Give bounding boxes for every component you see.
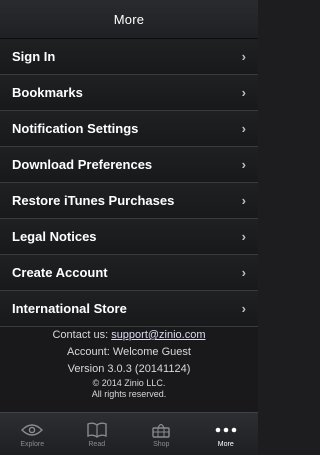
chevron-right-icon: › bbox=[241, 265, 246, 280]
menu-item-label: Notification Settings bbox=[12, 121, 139, 136]
contact-prefix: Contact us: bbox=[52, 329, 112, 341]
chevron-right-icon: › bbox=[241, 49, 246, 64]
basket-icon bbox=[151, 421, 171, 439]
version-info: Version 3.0.3 (20141124) bbox=[67, 363, 191, 375]
menu-item-bookmarks[interactable]: Bookmarks › bbox=[0, 75, 258, 111]
tab-more[interactable]: More bbox=[194, 421, 258, 448]
menu-item-notification-settings[interactable]: Notification Settings › bbox=[0, 111, 258, 147]
more-menu: Sign In › Bookmarks › Notification Setti… bbox=[0, 39, 258, 327]
more-screen: More Sign In › Bookmarks › Notification … bbox=[0, 0, 258, 455]
navigation-bar: More bbox=[0, 0, 258, 39]
chevron-right-icon: › bbox=[241, 301, 246, 316]
page-title: More bbox=[113, 11, 145, 27]
tab-label: Explore bbox=[20, 440, 45, 448]
menu-item-sign-in[interactable]: Sign In › bbox=[0, 39, 258, 75]
menu-item-legal-notices[interactable]: Legal Notices › bbox=[0, 219, 258, 255]
copyright-text: © 2014 Zinio LLC. bbox=[92, 378, 166, 388]
menu-item-label: Sign In bbox=[12, 49, 56, 64]
tab-label: Read bbox=[88, 440, 106, 448]
menu-item-label: Create Account bbox=[12, 265, 108, 280]
menu-item-label: International Store bbox=[12, 301, 127, 316]
menu-item-label: Legal Notices bbox=[12, 229, 97, 244]
menu-item-download-preferences[interactable]: Download Preferences › bbox=[0, 147, 258, 183]
tab-label: More bbox=[217, 440, 234, 448]
menu-item-label: Restore iTunes Purchases bbox=[12, 193, 175, 208]
chevron-right-icon: › bbox=[241, 85, 246, 100]
account-status: Account: Welcome Guest bbox=[67, 346, 191, 358]
more-dots-icon bbox=[215, 421, 237, 439]
tab-explore[interactable]: Explore bbox=[0, 421, 64, 448]
tab-read[interactable]: Read bbox=[65, 421, 129, 448]
menu-item-create-account[interactable]: Create Account › bbox=[0, 255, 258, 291]
contact-line: Contact us: support@zinio.com bbox=[0, 327, 258, 344]
app-info-footer: Contact us: support@zinio.com Account: W… bbox=[0, 327, 258, 400]
menu-item-label: Download Preferences bbox=[12, 157, 153, 172]
chevron-right-icon: › bbox=[241, 121, 246, 136]
support-email-link[interactable]: support@zinio.com bbox=[111, 329, 205, 341]
chevron-right-icon: › bbox=[241, 229, 246, 244]
tab-bar: Explore Read Shop More bbox=[0, 412, 258, 455]
menu-item-international-store[interactable]: International Store › bbox=[0, 291, 258, 327]
menu-item-label: Bookmarks bbox=[12, 85, 83, 100]
tab-label: Shop bbox=[153, 440, 170, 448]
tab-shop[interactable]: Shop bbox=[129, 421, 193, 448]
chevron-right-icon: › bbox=[241, 193, 246, 208]
rights-text: All rights reserved. bbox=[91, 389, 167, 399]
chevron-right-icon: › bbox=[241, 157, 246, 172]
book-icon bbox=[86, 421, 108, 439]
menu-item-restore-purchases[interactable]: Restore iTunes Purchases › bbox=[0, 183, 258, 219]
eye-icon bbox=[21, 421, 44, 439]
